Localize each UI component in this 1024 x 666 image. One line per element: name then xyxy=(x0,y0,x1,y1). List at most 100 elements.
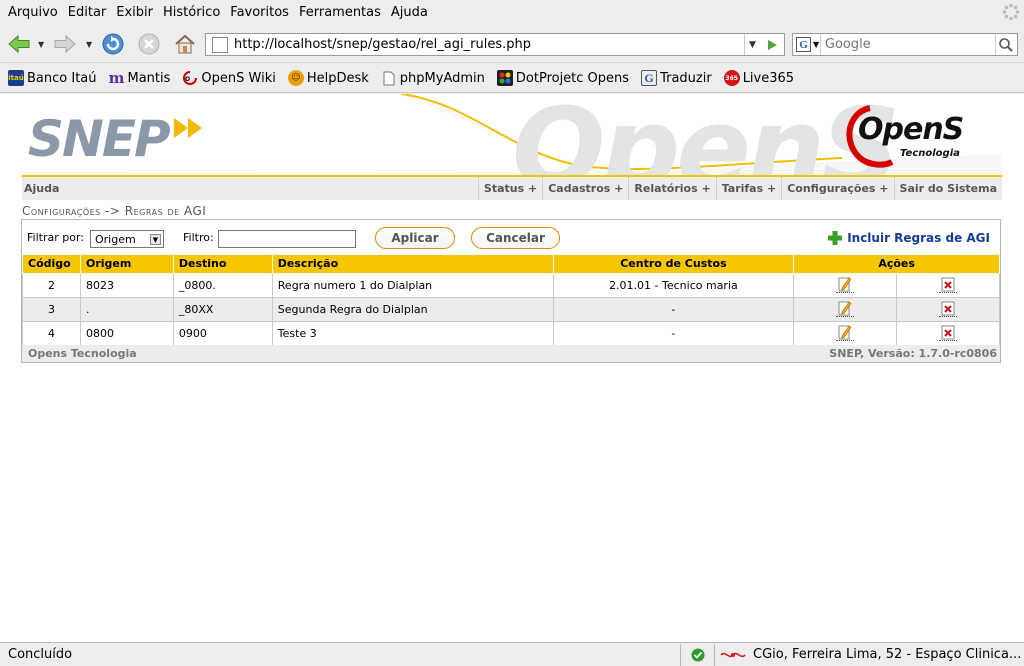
delete-icon xyxy=(941,325,955,340)
cancel-button[interactable]: Cancelar xyxy=(471,227,560,249)
menu-arquivo[interactable]: Arquivo xyxy=(4,5,62,20)
dotproject-icon xyxy=(496,70,513,86)
edit-cell xyxy=(793,296,898,322)
menu-historico[interactable]: Histórico xyxy=(159,5,224,20)
home-icon xyxy=(175,34,195,54)
col-origem[interactable]: Origem xyxy=(79,255,174,274)
back-button[interactable] xyxy=(6,31,32,57)
col-centro-custos[interactable]: Centro de Custos xyxy=(552,255,795,274)
delete-button[interactable] xyxy=(939,323,958,342)
itau-icon: itaú xyxy=(8,70,24,86)
navigation-toolbar: ▼ ▼ http://localhost/snep/gestao/rel_agi… xyxy=(0,25,1024,63)
engine-dropdown-icon: ▼ xyxy=(813,40,820,49)
menu-ferramentas[interactable]: Ferramentas xyxy=(295,5,385,20)
extension-status[interactable]: CGio, Ferreira Lima, 52 - Espaço Clinica… xyxy=(714,643,1024,666)
snep-arrows-icon xyxy=(174,118,202,138)
opens-logo: OpenS xyxy=(858,112,964,147)
menu-exibir[interactable]: Exibir xyxy=(112,5,157,20)
bookmark-label: OpenS Wiki xyxy=(201,70,276,86)
stop-button[interactable] xyxy=(136,31,162,57)
menu-relatorios[interactable]: Relatórios + xyxy=(628,177,715,200)
col-acoes: Ações xyxy=(793,255,1000,274)
bookmark-phpmyadmin[interactable]: phpMyAdmin xyxy=(381,70,485,86)
ribbon-icon xyxy=(720,652,746,657)
home-button[interactable] xyxy=(172,31,198,57)
table-row: 4 0800 0900 Teste 3 - xyxy=(22,320,1000,346)
reload-button[interactable] xyxy=(100,31,126,57)
bookmark-label: Live365 xyxy=(742,70,795,86)
browser-window: Arquivo Editar Exibir Histórico Favorito… xyxy=(0,0,1024,666)
status-bar: Concluído CGio, Ferreira Lima, 52 - Espa… xyxy=(0,642,1024,666)
cell-codigo: 2 xyxy=(22,272,81,298)
bookmark-traduzir[interactable]: G Traduzir xyxy=(641,70,712,86)
menu-status[interactable]: Status + xyxy=(477,177,542,200)
cell-codigo: 4 xyxy=(22,320,81,346)
forward-dropdown-icon[interactable]: ▼ xyxy=(86,40,94,49)
url-dropdown-icon[interactable]: ▼ xyxy=(744,34,760,55)
bookmark-label: Mantis xyxy=(127,70,171,86)
search-engine-selector[interactable]: G ▼ xyxy=(793,34,821,55)
delete-cell xyxy=(896,296,1000,322)
header-watermark: OpenS xyxy=(512,94,900,176)
filter-by-select[interactable]: Origem ▼ xyxy=(90,230,164,248)
table-row: 3 . _80XX Segunda Regra do Dialplan - xyxy=(22,296,1000,322)
cell-destino: _80XX xyxy=(172,296,273,322)
cell-origem: 0800 xyxy=(79,320,174,346)
forward-button[interactable] xyxy=(52,31,78,57)
bookmark-mantis[interactable]: m Mantis xyxy=(109,69,171,87)
forward-arrow-icon xyxy=(54,34,76,54)
delete-icon xyxy=(941,301,955,316)
status-text: Concluído xyxy=(8,647,73,662)
opens-logo-subtitle: Tecnologia xyxy=(900,148,960,159)
menu-configuracoes[interactable]: Configurações + xyxy=(781,177,893,200)
cell-centro-custos: - xyxy=(552,296,795,322)
menu-tarifas[interactable]: Tarifas + xyxy=(715,177,782,200)
go-button[interactable] xyxy=(760,34,784,55)
security-status[interactable] xyxy=(680,643,714,666)
bookmark-live365[interactable]: 365 Live365 xyxy=(723,70,795,86)
back-dropdown-icon[interactable]: ▼ xyxy=(38,40,46,49)
edit-pencil-icon xyxy=(838,277,852,292)
help-link[interactable]: Ajuda xyxy=(22,182,478,195)
col-destino[interactable]: Destino xyxy=(172,255,273,274)
bookmarks-toolbar: itaú Banco Itaú m Mantis O OpenS Wiki ☺ … xyxy=(0,64,1024,93)
add-agi-rule-link[interactable]: Incluir Regras de AGI xyxy=(827,230,990,246)
edit-button[interactable] xyxy=(836,323,855,342)
url-text[interactable]: http://localhost/snep/gestao/rel_agi_rul… xyxy=(234,37,744,52)
bookmark-label: Traduzir xyxy=(660,70,712,86)
footer-version: SNEP, Versão: 1.7.0-rc0806 xyxy=(829,347,997,360)
site-header: OpenS SNEP OpenS Tecnologia xyxy=(22,94,1002,176)
select-arrow-icon: ▼ xyxy=(150,234,161,245)
svg-text:O: O xyxy=(185,76,190,83)
col-descricao[interactable]: Descrição xyxy=(271,255,554,274)
opens-icon: O xyxy=(182,70,198,86)
menu-ajuda[interactable]: Ajuda xyxy=(387,5,432,20)
delete-button[interactable] xyxy=(939,299,958,318)
bookmark-label: phpMyAdmin xyxy=(399,70,485,86)
edit-button[interactable] xyxy=(836,275,855,294)
edit-button[interactable] xyxy=(836,299,855,318)
filter-input[interactable] xyxy=(218,230,356,248)
apply-button[interactable]: Aplicar xyxy=(375,227,455,249)
menu-sair[interactable]: Sair do Sistema xyxy=(893,177,1002,200)
menu-cadastros[interactable]: Cadastros + xyxy=(542,177,628,200)
filter-by-value: Origem xyxy=(95,232,136,246)
reload-icon xyxy=(102,33,124,55)
stop-icon xyxy=(138,33,160,55)
bookmark-banco-itau[interactable]: itaú Banco Itaú xyxy=(8,70,97,86)
menu-editar[interactable]: Editar xyxy=(64,5,111,20)
search-input[interactable] xyxy=(820,37,995,52)
cell-centro-custos: 2.01.01 - Tecnico maria xyxy=(552,272,795,298)
col-codigo[interactable]: Código xyxy=(22,255,81,274)
search-button[interactable] xyxy=(994,34,1017,55)
bookmark-label: HelpDesk xyxy=(306,70,369,86)
filter-by-label: Filtrar por: xyxy=(27,231,84,244)
bookmark-helpdesk[interactable]: ☺ HelpDesk xyxy=(287,70,369,86)
bookmark-opens-wiki[interactable]: O OpenS Wiki xyxy=(182,70,276,86)
check-icon xyxy=(691,648,704,661)
delete-button[interactable] xyxy=(939,275,958,294)
edit-cell xyxy=(793,272,898,298)
address-bar[interactable]: http://localhost/snep/gestao/rel_agi_rul… xyxy=(205,33,785,56)
menu-favoritos[interactable]: Favoritos xyxy=(226,5,293,20)
bookmark-dotprojetc[interactable]: DotProjetc Opens xyxy=(496,70,629,86)
